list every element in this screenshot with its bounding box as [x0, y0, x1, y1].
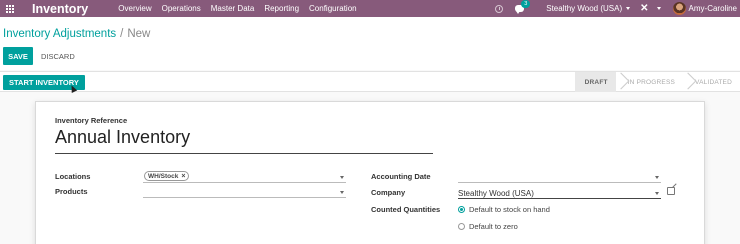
external-link-icon[interactable]	[667, 187, 675, 195]
stage-draft: DRAFT	[574, 72, 616, 92]
user-name[interactable]: Amy-Caroline	[689, 4, 737, 13]
company-label: Company	[371, 188, 406, 197]
navbar-systray: 3 Stealthy Wood (USA) ✕ Amy-Caroline	[495, 0, 740, 17]
accounting-date-label: Accounting Date	[371, 172, 431, 181]
messaging-menu[interactable]: 3	[515, 0, 531, 14]
stage-validated: VALIDATED	[683, 72, 740, 92]
chevron-down-icon[interactable]	[340, 176, 344, 179]
breadcrumb-parent[interactable]: Inventory Adjustments	[3, 28, 116, 40]
locations-field[interactable]: WH/Stock ×	[143, 171, 346, 183]
top-navbar: Inventory Overview Operations Master Dat…	[0, 0, 740, 17]
menu-reporting[interactable]: Reporting	[264, 4, 299, 13]
company-switcher-label: Stealthy Wood (USA)	[546, 4, 623, 13]
form-sheet: Inventory Reference Annual Inventory Loc…	[35, 101, 705, 244]
radio-stock-on-hand[interactable]: Default to stock on hand	[458, 205, 550, 214]
radio-zero[interactable]: Default to zero	[458, 222, 518, 231]
locations-label: Locations	[55, 172, 91, 181]
reference-input[interactable]: Annual Inventory	[55, 127, 433, 154]
status-bar: START INVENTORY DRAFT IN PROGRESS VALIDA…	[0, 71, 740, 92]
menu-operations[interactable]: Operations	[162, 4, 201, 13]
chevron-down-icon[interactable]	[655, 176, 659, 179]
chat-badge: 3	[521, 0, 531, 8]
avatar[interactable]	[672, 2, 686, 15]
user-menu[interactable]: Amy-Caroline	[672, 2, 737, 15]
chevron-down-icon[interactable]	[340, 191, 344, 194]
reference-label: Inventory Reference	[55, 116, 128, 125]
stage-in-progress: IN PROGRESS	[616, 72, 683, 92]
bug-tools-icon[interactable]: ✕	[640, 3, 648, 14]
company-value: Stealthy Wood (USA)	[458, 189, 534, 198]
discard-button[interactable]: DISCARD	[41, 47, 75, 65]
debug-menu[interactable]: ✕	[640, 3, 661, 14]
chevron-down-icon[interactable]	[655, 192, 659, 195]
remove-tag-icon[interactable]: ×	[181, 173, 185, 180]
activity-clock-icon[interactable]	[495, 4, 504, 13]
menu-configuration[interactable]: Configuration	[309, 4, 357, 13]
save-button[interactable]: SAVE	[3, 47, 33, 65]
app-title[interactable]: Inventory	[32, 2, 88, 16]
status-stages: DRAFT IN PROGRESS VALIDATED	[574, 72, 740, 92]
products-field[interactable]	[143, 187, 346, 198]
breadcrumb-separator: /	[120, 28, 124, 40]
counted-quantities-label: Counted Quantities	[371, 205, 441, 214]
menu-master-data[interactable]: Master Data	[211, 4, 255, 13]
control-panel: Inventory Adjustments / New SAVE DISCARD	[0, 17, 740, 70]
company-switcher[interactable]: Stealthy Wood (USA)	[546, 4, 631, 13]
chevron-down-icon	[626, 7, 631, 11]
location-tag: WH/Stock ×	[144, 171, 190, 181]
radio-unchecked-icon[interactable]	[458, 223, 465, 230]
radio-stock-on-hand-label: Default to stock on hand	[469, 205, 550, 214]
accounting-date-field[interactable]	[458, 172, 661, 183]
radio-zero-label: Default to zero	[469, 222, 518, 231]
products-label: Products	[55, 187, 88, 196]
company-field[interactable]: Stealthy Wood (USA)	[458, 188, 661, 199]
radio-checked-icon[interactable]	[458, 206, 465, 213]
apps-menu-icon[interactable]	[0, 0, 20, 17]
location-tag-label: WH/Stock	[148, 172, 179, 180]
breadcrumb: Inventory Adjustments / New	[3, 28, 150, 40]
chevron-down-icon	[656, 7, 661, 10]
menu-overview[interactable]: Overview	[118, 4, 151, 13]
breadcrumb-current: New	[127, 28, 151, 40]
